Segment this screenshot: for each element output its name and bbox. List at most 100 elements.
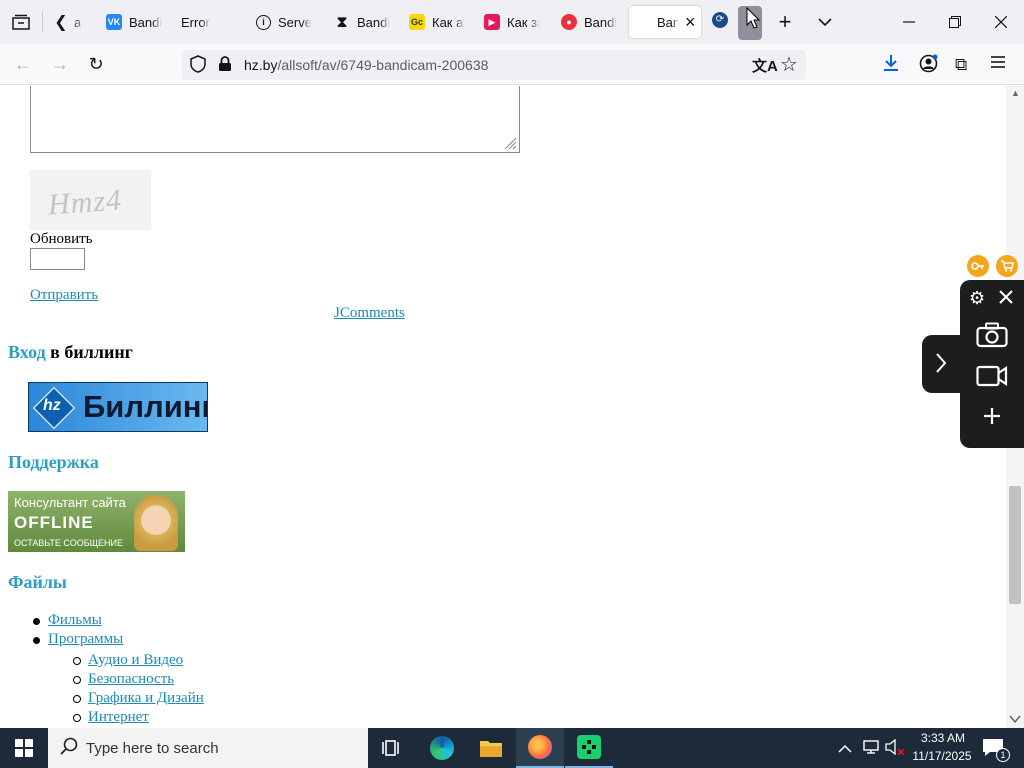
clock-time[interactable]: 3:33 AM — [916, 731, 970, 745]
bandicam-close-icon[interactable] — [998, 289, 1014, 310]
restore-window-icon[interactable] — [942, 9, 968, 35]
sublist-bullet — [73, 714, 81, 722]
programs-sub-audio-video[interactable]: Аудио и Видео — [88, 652, 183, 669]
tab-0-title: a — [74, 14, 82, 30]
shield-icon[interactable] — [190, 55, 206, 78]
bandicam-toolbar: ⚙ — [960, 280, 1024, 448]
captcha-refresh-link[interactable]: Обновить — [30, 231, 93, 248]
tab-5[interactable]: Gc Как ау — [409, 6, 465, 38]
lock-icon[interactable] — [218, 56, 232, 77]
url-text[interactable]: hz.by/allsoft/av/6749-bandicam-200638 — [244, 57, 488, 73]
task-view-icon[interactable] — [368, 728, 416, 768]
jcomments-link[interactable]: JComments — [334, 305, 405, 322]
captcha-image: Hmz4 — [30, 170, 151, 230]
tab-0[interactable]: a — [74, 6, 88, 38]
bookmark-star-icon[interactable]: ☆ — [780, 52, 798, 77]
billing-banner-text: Биллинг — [83, 389, 208, 424]
show-hidden-icons-chevron-icon[interactable] — [838, 741, 852, 759]
scroll-down-arrow-icon[interactable] — [1009, 711, 1021, 729]
captcha-input[interactable] — [30, 248, 85, 270]
programs-sub-security[interactable]: Безопасность — [88, 671, 174, 688]
tab-5-title: Как ау — [432, 14, 465, 30]
minimize-window-icon[interactable] — [896, 9, 922, 35]
billing-heading-rest: в биллинг — [45, 342, 133, 362]
bandicam-add-icon[interactable] — [982, 406, 1002, 431]
tab-strip: ❮ a VK Bandic Error i Server ⧗ Bandic Gc… — [0, 0, 1024, 44]
key-extension-icon[interactable] — [967, 255, 989, 277]
extensions-icon[interactable]: ⧉ — [955, 55, 967, 75]
close-window-icon[interactable] — [988, 9, 1014, 35]
support-banner-line1: Консультант сайта — [14, 495, 126, 510]
tab-8-active[interactable]: Ban × — [629, 6, 701, 38]
tab-2[interactable]: Error — [181, 6, 231, 38]
consultant-avatar — [134, 495, 178, 551]
reload-icon[interactable]: ↻ — [83, 51, 109, 77]
files-item-films[interactable]: Фильмы — [48, 612, 102, 629]
tab-1[interactable]: VK Bandic — [106, 6, 162, 38]
tab-scroll-left-icon[interactable]: ❮ — [48, 9, 74, 35]
downloads-icon[interactable] — [882, 54, 900, 77]
list-all-tabs-icon[interactable] — [812, 9, 838, 35]
tab-8-title: Ban — [657, 14, 679, 30]
bandicam-settings-gear-icon[interactable]: ⚙ — [969, 288, 985, 309]
captcha-text: Hmz4 — [46, 183, 124, 222]
yellow-site-icon: Gc — [409, 14, 425, 30]
clock-date[interactable]: 11/17/2025 — [908, 749, 976, 763]
tab-2-title: Error — [181, 14, 210, 30]
page-content: Hmz4 Обновить Отправить JComments Вход в… — [0, 86, 1006, 728]
new-tab-button[interactable]: + — [772, 9, 798, 35]
list-bullet — [33, 618, 40, 625]
edge-browser-icon[interactable] — [418, 728, 466, 768]
submit-comment-link[interactable]: Отправить — [30, 287, 98, 304]
url-domain: hz.by — [244, 57, 278, 73]
scroll-up-arrow-icon[interactable]: ▲ — [1011, 88, 1020, 98]
sublist-bullet — [73, 695, 81, 703]
support-consultant-banner[interactable]: Консультант сайта OFFLINE ОСТАВЬТЕ СООБЩ… — [8, 491, 185, 552]
tab-6[interactable]: ▶ Как за — [484, 6, 540, 38]
cart-extension-icon[interactable] — [996, 255, 1018, 277]
file-explorer-icon[interactable] — [467, 728, 515, 768]
search-placeholder: Type here to search — [86, 739, 219, 757]
programs-sub-graphics[interactable]: Графика и Дизайн — [88, 690, 204, 707]
support-banner-line3: ОСТАВЬТЕ СООБЩЕНИЕ — [14, 538, 124, 548]
firefox-icon[interactable] — [516, 728, 564, 768]
translate-icon[interactable]: 文A — [752, 55, 778, 76]
files-item-programs[interactable]: Программы — [48, 631, 123, 648]
account-icon[interactable] — [919, 54, 938, 78]
search-icon — [60, 737, 78, 760]
taskbar-search-box[interactable]: Type here to search — [48, 728, 368, 768]
billing-heading: Вход в биллинг — [8, 342, 133, 363]
windows-taskbar: Type here to search 3:33 AM 11/17/2025 1 — [0, 728, 1024, 768]
vk-icon: VK — [106, 14, 122, 30]
notification-count-badge: 1 — [996, 748, 1010, 762]
windows-start-icon[interactable] — [0, 728, 48, 768]
billing-login-link[interactable]: Вход — [8, 342, 46, 362]
tab-3[interactable]: i Server — [256, 6, 312, 38]
volume-muted-icon[interactable] — [885, 738, 905, 760]
app-menu-icon[interactable] — [990, 54, 1006, 75]
notification-center-icon[interactable]: 1 — [982, 738, 1010, 763]
loading-tab-icon[interactable]: ⟳ — [712, 12, 728, 28]
tab-1-title: Bandic — [129, 14, 162, 30]
support-heading: Поддержка — [8, 452, 99, 472]
scrollbar-thumb[interactable] — [1009, 486, 1021, 604]
info-icon: i — [256, 14, 271, 30]
billing-banner[interactable]: hz Биллинг — [28, 382, 208, 432]
bandicam-record-video-icon[interactable] — [976, 364, 1008, 393]
tab-close-icon[interactable]: × — [685, 12, 696, 33]
sublist-bullet — [73, 657, 81, 665]
tab-4[interactable]: ⧗ Bandic — [334, 6, 390, 38]
video-camera-icon: ▶ — [484, 14, 500, 30]
tab-overview-icon[interactable] — [8, 9, 34, 35]
resize-grip-icon[interactable] — [503, 136, 517, 155]
network-icon[interactable] — [862, 739, 880, 760]
list-bullet — [33, 637, 40, 644]
back-arrow-icon[interactable]: ← — [10, 51, 36, 77]
bandicam-app-icon[interactable] — [565, 728, 613, 768]
forward-arrow-icon[interactable]: → — [47, 51, 73, 77]
bandicam-screenshot-camera-icon[interactable] — [976, 322, 1008, 353]
programs-sub-internet[interactable]: Интернет — [88, 709, 149, 726]
tab-7[interactable]: ● Bandic — [561, 6, 617, 38]
comment-textarea[interactable] — [30, 86, 520, 153]
hourglass-icon: ⧗ — [336, 13, 348, 31]
